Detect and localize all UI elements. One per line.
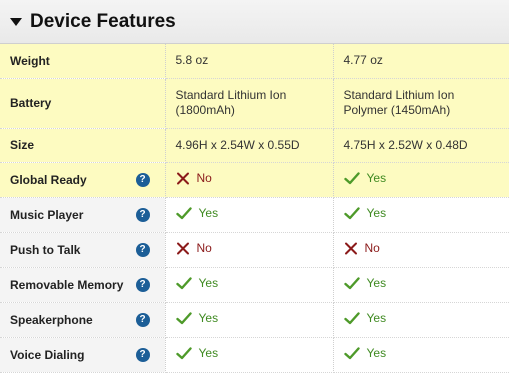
no-value: No bbox=[344, 241, 380, 256]
checkmark-icon bbox=[343, 276, 367, 290]
value-text: No bbox=[196, 170, 212, 185]
value-text: Yes bbox=[366, 345, 387, 360]
help-icon[interactable]: ? bbox=[135, 207, 150, 222]
help-icon[interactable]: ? bbox=[135, 312, 150, 327]
value-text: Yes bbox=[198, 345, 219, 360]
value-text: Yes bbox=[366, 310, 387, 325]
device-2-value-cell: No bbox=[333, 232, 509, 268]
checkmark-icon bbox=[343, 311, 367, 325]
feature-label: Removable Memory bbox=[10, 277, 124, 292]
feature-row: Voice Dialing? Yes Yes bbox=[0, 337, 509, 373]
device-2-value-cell: Yes bbox=[333, 267, 509, 303]
value-text: Yes bbox=[198, 275, 219, 290]
device-1-value-cell: No bbox=[165, 162, 334, 198]
feature-label-cell: Size bbox=[0, 128, 166, 163]
feature-label-cell: Battery bbox=[0, 78, 166, 129]
cross-icon bbox=[344, 242, 365, 255]
feature-label: Size bbox=[10, 138, 35, 152]
yes-value: Yes bbox=[175, 345, 219, 361]
collapse-triangle-icon[interactable] bbox=[10, 18, 22, 26]
feature-label: Music Player bbox=[10, 207, 84, 222]
feature-row: Music Player? Yes Yes bbox=[0, 197, 509, 233]
feature-label-cell: Voice Dialing? bbox=[0, 337, 166, 373]
feature-label-cell: Music Player? bbox=[0, 197, 166, 233]
feature-label: Weight bbox=[10, 53, 50, 68]
device-1-value-cell: Yes bbox=[165, 337, 334, 373]
no-value: No bbox=[176, 241, 212, 256]
device-1-value-cell: Yes bbox=[165, 267, 334, 303]
device-1-value-cell: No bbox=[165, 232, 334, 268]
section-header[interactable]: Device Features bbox=[0, 0, 509, 44]
device-1-value-cell: Standard Lithium Ion (1800mAh) bbox=[165, 78, 334, 129]
help-icon[interactable]: ? bbox=[135, 242, 150, 257]
yes-value: Yes bbox=[343, 205, 387, 221]
device-2-value-cell: Yes bbox=[333, 337, 509, 373]
device-2-value-cell: 4.77 oz bbox=[333, 44, 509, 79]
value-text: Yes bbox=[366, 170, 387, 185]
device-2-value-cell: Yes bbox=[333, 197, 509, 233]
feature-row: Removable Memory? Yes Yes bbox=[0, 267, 509, 303]
cross-icon bbox=[176, 242, 197, 255]
yes-value: Yes bbox=[175, 205, 219, 221]
checkmark-icon bbox=[343, 206, 367, 220]
feature-row: Push to Talk? No No bbox=[0, 232, 509, 268]
yes-value: Yes bbox=[343, 275, 387, 291]
yes-value: Yes bbox=[343, 170, 387, 186]
value-text: 4.75H x 2.52W x 0.48D bbox=[343, 137, 468, 152]
yes-value: Yes bbox=[343, 310, 387, 326]
device-features-panel: Device Features Weight 5.8 oz 4.77 oz Batte… bbox=[0, 0, 509, 388]
feature-row: Weight 5.8 oz 4.77 oz bbox=[0, 44, 509, 79]
no-value: No bbox=[176, 171, 212, 186]
value-text: Standard Lithium Ion (1800mAh) bbox=[175, 88, 287, 117]
value-text: Yes bbox=[198, 205, 219, 220]
device-2-value-cell: Yes bbox=[333, 302, 509, 338]
device-1-value-cell: 4.96H x 2.54W x 0.55D bbox=[165, 128, 334, 163]
feature-label-cell: Weight bbox=[0, 44, 166, 79]
value-text: Yes bbox=[366, 205, 387, 220]
feature-label-cell: Speakerphone? bbox=[0, 302, 166, 338]
value-text: 5.8 oz bbox=[175, 53, 209, 68]
feature-label: Voice Dialing bbox=[10, 347, 85, 362]
feature-label: Global Ready bbox=[10, 172, 87, 187]
value-text: Standard Lithium Ion Polymer (1450mAh) bbox=[343, 88, 455, 117]
checkmark-icon bbox=[343, 171, 367, 185]
value-text: No bbox=[364, 240, 380, 255]
cross-icon bbox=[176, 172, 197, 185]
checkmark-icon bbox=[343, 346, 367, 360]
feature-row: Battery Standard Lithium Ion (1800mAh) Sta… bbox=[0, 78, 509, 129]
device-1-value-cell: Yes bbox=[165, 302, 334, 338]
feature-label-cell: Push to Talk? bbox=[0, 232, 166, 268]
value-text: Yes bbox=[198, 310, 219, 325]
device-2-value-cell: 4.75H x 2.52W x 0.48D bbox=[333, 128, 509, 163]
features-table: Weight 5.8 oz 4.77 oz Battery Standard Lithi… bbox=[0, 44, 509, 373]
device-2-value-cell: Standard Lithium Ion Polymer (1450mAh) bbox=[333, 78, 509, 129]
feature-row: Size 4.96H x 2.54W x 0.55D 4.75H x 2.52W x… bbox=[0, 128, 509, 163]
checkmark-icon bbox=[175, 346, 199, 360]
checkmark-icon bbox=[175, 276, 199, 290]
feature-label: Speakerphone bbox=[10, 312, 93, 327]
checkmark-icon bbox=[175, 311, 199, 325]
feature-label-cell: Removable Memory? bbox=[0, 267, 166, 303]
section-title: Device Features bbox=[30, 10, 176, 32]
device-1-value-cell: 5.8 oz bbox=[165, 44, 334, 79]
device-1-value-cell: Yes bbox=[165, 197, 334, 233]
help-icon[interactable]: ? bbox=[135, 277, 150, 292]
value-text: No bbox=[196, 240, 212, 255]
help-icon[interactable]: ? bbox=[135, 172, 150, 187]
value-text: Yes bbox=[366, 275, 387, 290]
feature-label: Battery bbox=[10, 96, 52, 110]
help-icon[interactable]: ? bbox=[135, 347, 150, 362]
yes-value: Yes bbox=[175, 275, 219, 291]
feature-label-cell: Global Ready? bbox=[0, 162, 166, 198]
feature-row: Speakerphone? Yes Yes bbox=[0, 302, 509, 338]
value-text: 4.77 oz bbox=[343, 53, 383, 68]
value-text: 4.96H x 2.54W x 0.55D bbox=[175, 137, 300, 152]
yes-value: Yes bbox=[175, 310, 219, 326]
yes-value: Yes bbox=[343, 345, 387, 361]
feature-row: Global Ready? No Yes bbox=[0, 162, 509, 198]
device-2-value-cell: Yes bbox=[333, 162, 509, 198]
checkmark-icon bbox=[175, 206, 199, 220]
feature-label: Push to Talk bbox=[10, 242, 81, 257]
